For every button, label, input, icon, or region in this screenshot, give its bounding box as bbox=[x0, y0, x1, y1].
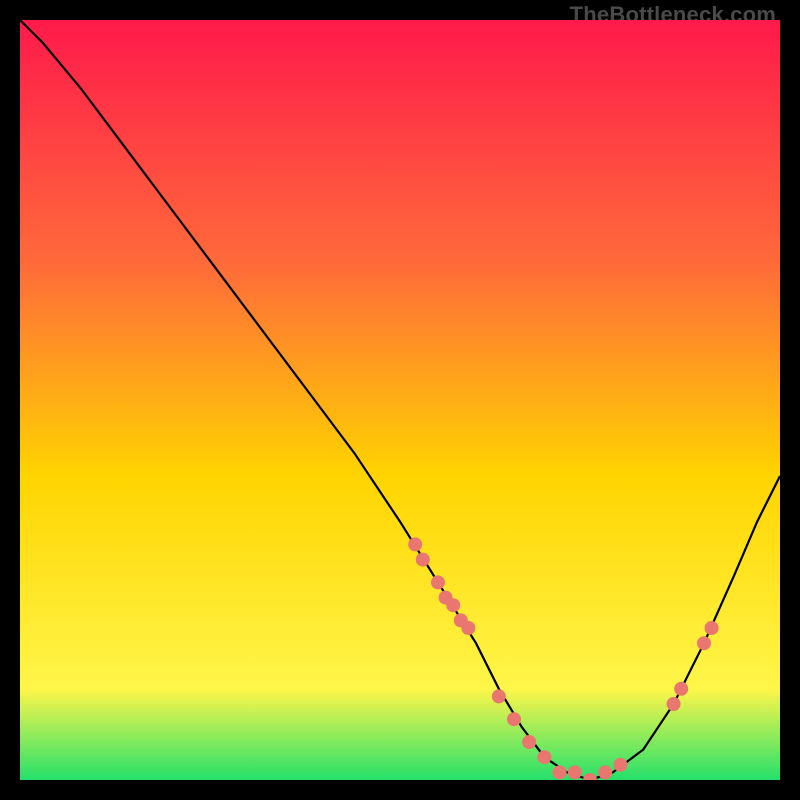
gradient-background bbox=[20, 20, 780, 780]
bottleneck-chart bbox=[20, 20, 780, 780]
data-marker bbox=[674, 682, 688, 696]
data-marker bbox=[598, 765, 612, 779]
data-marker bbox=[416, 553, 430, 567]
data-marker bbox=[537, 750, 551, 764]
data-marker bbox=[507, 712, 521, 726]
data-marker bbox=[553, 765, 567, 779]
data-marker bbox=[461, 621, 475, 635]
data-marker bbox=[705, 621, 719, 635]
data-marker bbox=[667, 697, 681, 711]
data-marker bbox=[697, 636, 711, 650]
data-marker bbox=[568, 765, 582, 779]
data-marker bbox=[431, 575, 445, 589]
data-marker bbox=[613, 758, 627, 772]
data-marker bbox=[492, 689, 506, 703]
data-marker bbox=[408, 537, 422, 551]
chart-frame bbox=[20, 20, 780, 780]
data-marker bbox=[522, 735, 536, 749]
data-marker bbox=[446, 598, 460, 612]
